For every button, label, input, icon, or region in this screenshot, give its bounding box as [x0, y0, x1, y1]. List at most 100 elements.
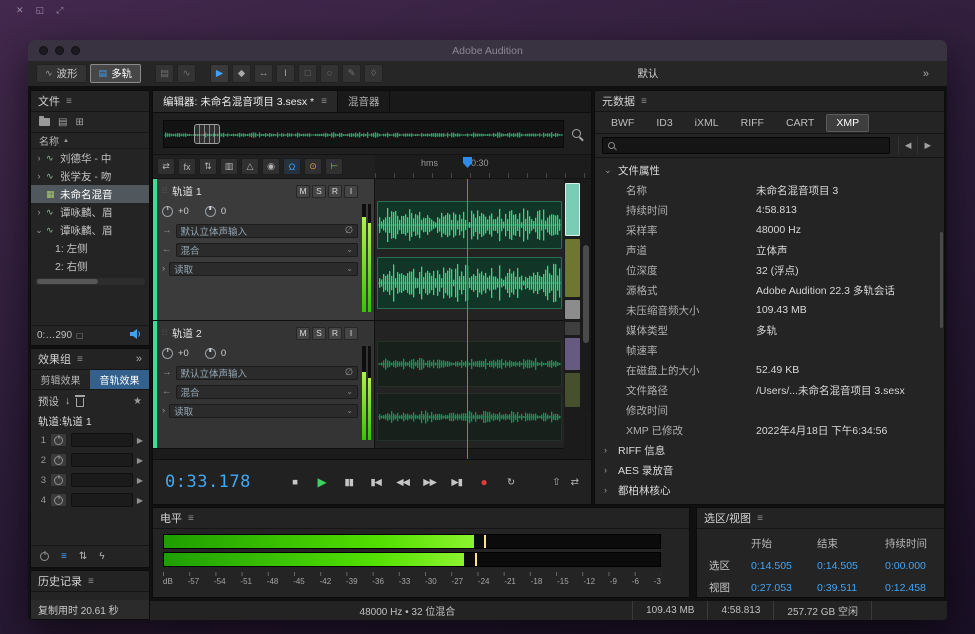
slot-menu-arrow-icon[interactable]: ▶: [137, 476, 143, 485]
file-row[interactable]: › ∿ 刘德华 - 中: [31, 149, 149, 167]
tab-mixer[interactable]: 混音器: [338, 91, 391, 112]
search-box[interactable]: [602, 137, 890, 154]
slip-tool-icon[interactable]: ↔: [254, 64, 273, 83]
track-navigation-strip[interactable]: [565, 183, 580, 407]
overview-range-handle[interactable]: [194, 124, 220, 144]
tab-ixml[interactable]: iXML: [685, 114, 729, 132]
monitor-headphones-icon[interactable]: Ω: [283, 158, 301, 175]
selection-view-header[interactable]: 选区/视图 ≡: [697, 508, 944, 529]
track-strip-segment[interactable]: [565, 373, 580, 407]
history-entry[interactable]: 复制用时 20.61 秒: [31, 600, 149, 619]
fast-forward-button[interactable]: ▶▶: [418, 472, 441, 492]
playhead-line[interactable]: [467, 179, 468, 459]
track-drag-handle-icon[interactable]: ⫶⫶: [162, 328, 168, 338]
file-channel-row[interactable]: 1: 左侧: [31, 239, 149, 257]
playback-mode-icon[interactable]: ▢: [76, 331, 84, 340]
volume-knob[interactable]: [162, 348, 173, 359]
tab-clip-effects[interactable]: 剪辑效果: [31, 370, 90, 389]
auto-play-speaker-icon[interactable]: [130, 329, 143, 342]
favorite-star-icon[interactable]: ★: [133, 396, 142, 407]
metadata-row[interactable]: XMP 已修改2022年4月18日 下午6:34:56: [595, 420, 944, 440]
metadata-row[interactable]: 在磁盘上的大小52.49 KB: [595, 360, 944, 380]
metadata-row[interactable]: 帧速率: [595, 340, 944, 360]
file-channel-row[interactable]: 2: 右侧: [31, 257, 149, 275]
file-row-selected[interactable]: ▦ 未命名混音: [31, 185, 149, 203]
metronome-icon[interactable]: △: [241, 158, 259, 175]
effect-slot-well[interactable]: [71, 473, 133, 487]
record-arm-icon[interactable]: ⊙: [304, 158, 322, 175]
metadata-row[interactable]: 源格式Adobe Audition 22.3 多轨会话: [595, 280, 944, 300]
track-strip-segment[interactable]: [565, 300, 580, 319]
selection-start-value[interactable]: 0:14.505: [751, 560, 817, 572]
effects-panel-header[interactable]: 效果组 ≡ »: [31, 349, 149, 370]
workspace-selector[interactable]: 默认: [627, 66, 668, 81]
levels-panel-header[interactable]: 电平 ≡: [153, 508, 689, 529]
metadata-row[interactable]: 媒体类型多轨: [595, 320, 944, 340]
slot-menu-arrow-icon[interactable]: ▶: [137, 436, 143, 445]
marquee-selection-tool-icon[interactable]: □: [298, 64, 317, 83]
view-start-value[interactable]: 0:27.053: [751, 582, 817, 594]
volume-value[interactable]: +0: [178, 206, 189, 217]
volume-value[interactable]: +0: [178, 348, 189, 359]
overview-navigator[interactable]: [163, 120, 564, 148]
view-end-value[interactable]: 0:39.511: [817, 582, 885, 594]
level-meters[interactable]: [153, 529, 689, 570]
monitor-input-button[interactable]: I: [344, 185, 358, 198]
record-button[interactable]: ●: [472, 472, 495, 492]
view-duration-value[interactable]: 0:12.458: [885, 582, 945, 594]
tab-editor[interactable]: 编辑器: 未命名混音项目 3.sesx * ≡: [153, 91, 338, 112]
spot-healing-tool-icon[interactable]: ◊: [364, 64, 383, 83]
spectral-display-icon[interactable]: ▤: [155, 64, 174, 83]
effect-slot[interactable]: 1 ▶: [31, 430, 149, 450]
rack-power-icon[interactable]: [40, 552, 49, 561]
marker-ruler-icon[interactable]: ⊢: [325, 158, 343, 175]
effect-slot-well[interactable]: [71, 493, 133, 507]
audio-clip-right-channel[interactable]: [377, 257, 562, 309]
track-2-clip-area[interactable]: [375, 321, 564, 448]
mute-button[interactable]: M: [296, 185, 310, 198]
panel-overflow-icon[interactable]: »: [136, 353, 142, 365]
slot-power-icon[interactable]: [50, 493, 67, 507]
effect-slot[interactable]: 3 ▶: [31, 470, 149, 490]
section-dublin-core[interactable]: › 都柏林核心: [595, 480, 944, 500]
waveform-view-button[interactable]: ∿ 波形: [36, 64, 87, 83]
track-name[interactable]: 轨道 1: [172, 184, 292, 199]
file-row[interactable]: ⌄ ∿ 谭咏麟、眉: [31, 221, 149, 239]
audio-clip-right-channel[interactable]: [377, 393, 562, 441]
section-riff-info[interactable]: › RIFF 信息: [595, 440, 944, 460]
slot-power-icon[interactable]: [50, 433, 67, 447]
history-panel-header[interactable]: 历史记录 ≡: [31, 571, 149, 592]
tracks-vertical-scrollbar[interactable]: [582, 179, 590, 413]
panel-menu-icon[interactable]: ≡: [88, 576, 94, 587]
open-file-icon[interactable]: [39, 118, 50, 126]
tab-xmp[interactable]: XMP: [826, 114, 869, 132]
next-icon[interactable]: ▶: [917, 137, 937, 154]
volume-knob[interactable]: [162, 206, 173, 217]
track-drag-handle-icon[interactable]: ⫶⫶: [162, 186, 168, 196]
expander-icon[interactable]: ›: [35, 207, 43, 217]
waveform-display-icon[interactable]: ∿: [177, 64, 196, 83]
track-strip-segment[interactable]: [565, 183, 580, 236]
track-strip-segment[interactable]: [565, 338, 580, 370]
tab-cart[interactable]: CART: [776, 114, 824, 132]
metadata-row[interactable]: 声道立体声: [595, 240, 944, 260]
panel-menu-icon[interactable]: ≡: [321, 96, 327, 107]
track-automation-mode[interactable]: 读取 ⌄: [169, 404, 358, 418]
effect-slot[interactable]: 4 ▶: [31, 490, 149, 510]
close-button[interactable]: [39, 46, 48, 55]
effect-slot-well[interactable]: [71, 453, 133, 467]
metadata-row[interactable]: 未压缩音频大小109.43 MB: [595, 300, 944, 320]
save-preset-icon[interactable]: ↓: [65, 395, 70, 407]
pause-button[interactable]: ▮▮: [337, 472, 360, 492]
punch-record-icon[interactable]: ⇧: [552, 477, 560, 488]
track-strip-segment[interactable]: [565, 322, 580, 335]
skip-to-start-button[interactable]: ▮◀: [364, 472, 387, 492]
monitor-input-button[interactable]: I: [344, 327, 358, 340]
pan-value[interactable]: 0: [221, 348, 226, 359]
selection-end-value[interactable]: 0:14.505: [817, 560, 885, 572]
panel-menu-icon[interactable]: ≡: [188, 513, 194, 524]
track-2-header[interactable]: ⫶⫶ 轨道 2 M S R I: [153, 321, 375, 448]
metadata-row[interactable]: 持续时间4:58.813: [595, 200, 944, 220]
skip-to-end-button[interactable]: ▶▮: [445, 472, 468, 492]
record-arm-button[interactable]: R: [328, 185, 342, 198]
